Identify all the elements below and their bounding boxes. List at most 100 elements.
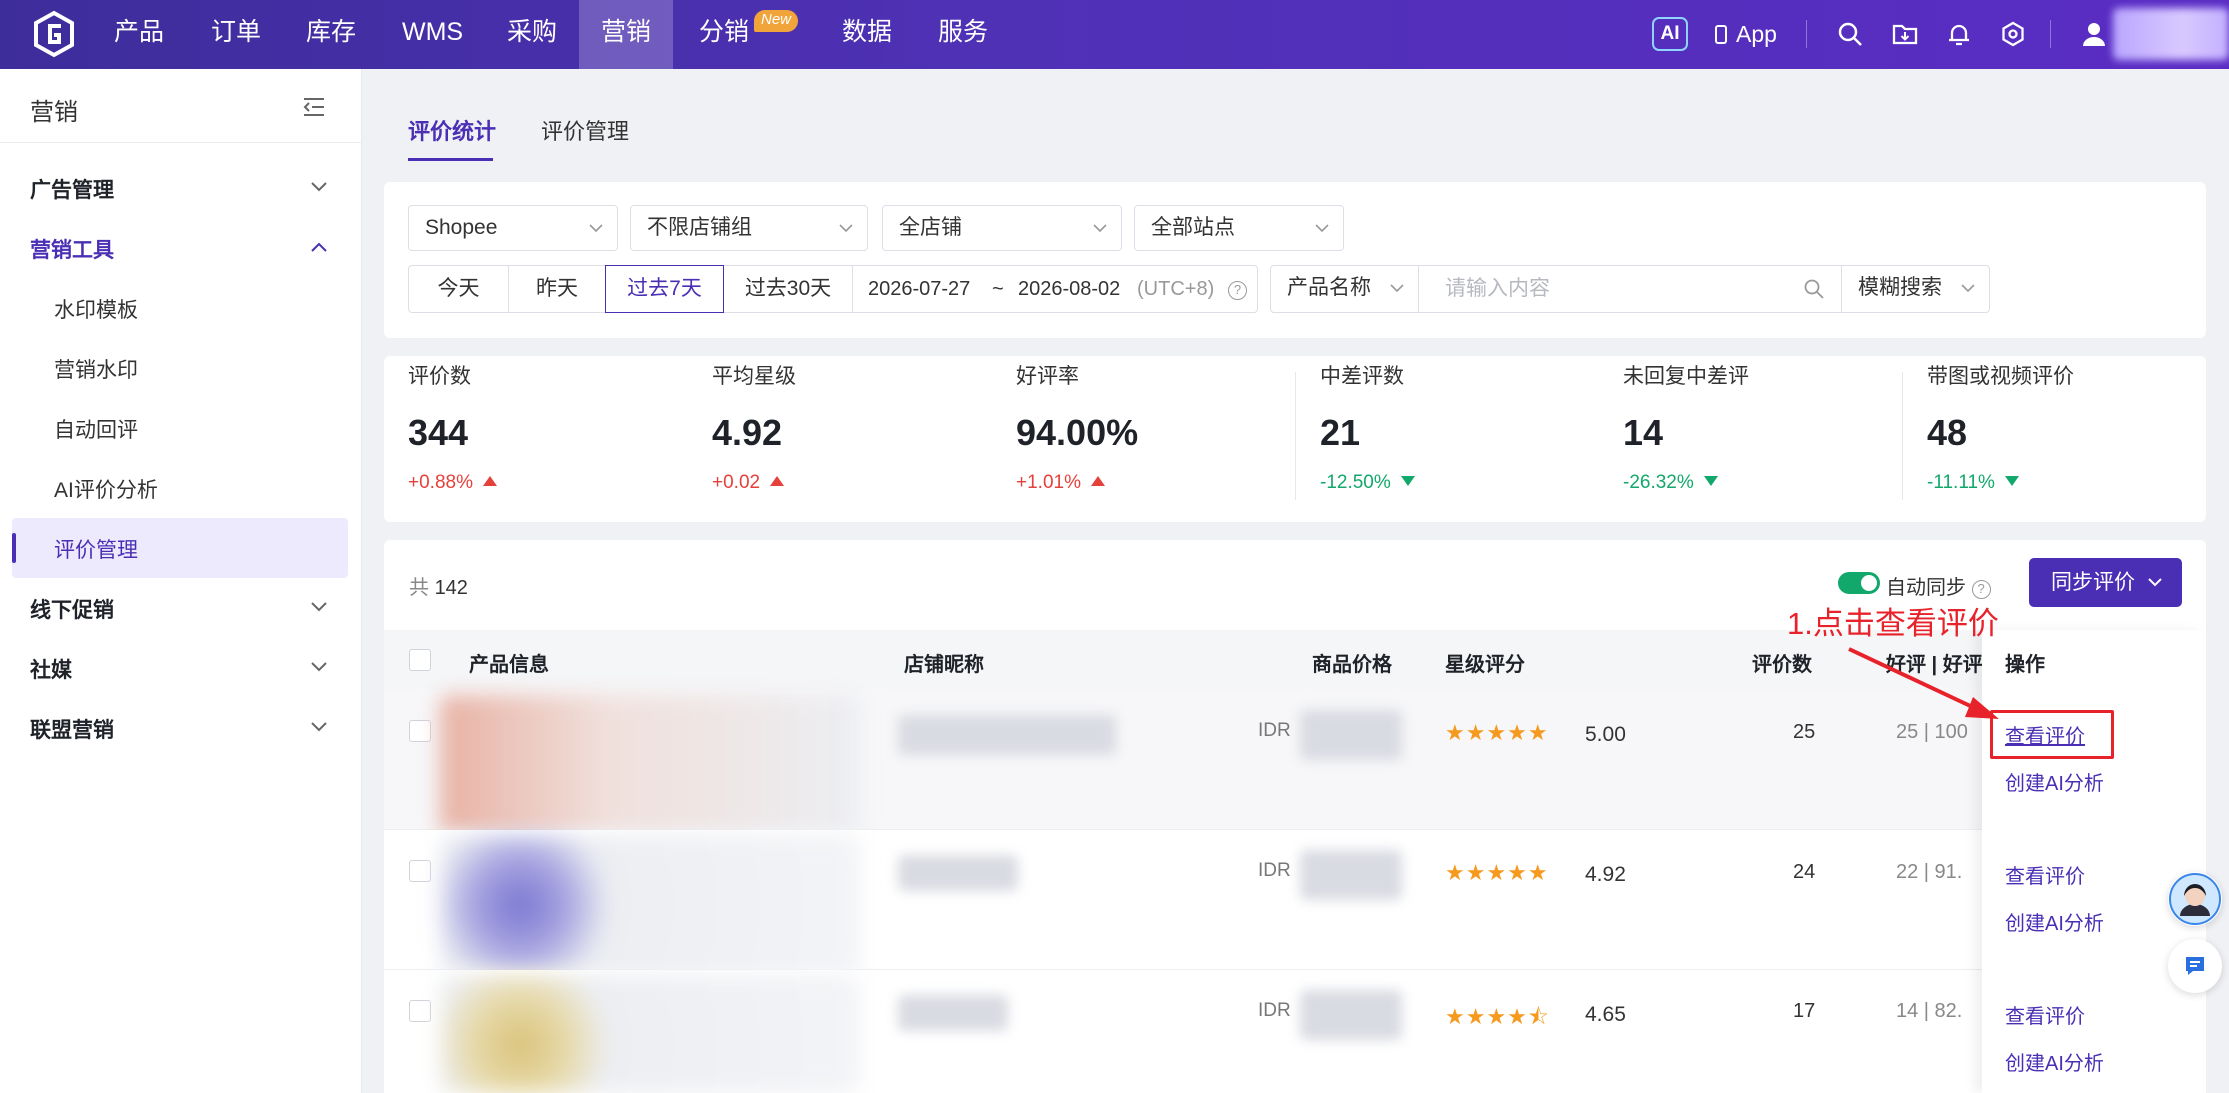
- column-header-shop[interactable]: 店铺昵称: [904, 648, 984, 677]
- chevron-down-icon[interactable]: [310, 601, 328, 613]
- rating-value: 5.00: [1585, 723, 1626, 746]
- search-field-select[interactable]: 产品名称: [1271, 266, 1419, 312]
- gear-icon[interactable]: [1999, 20, 2027, 48]
- row-checkbox[interactable]: [409, 860, 431, 882]
- nav-item-distribution[interactable]: 分销 New: [699, 0, 799, 69]
- create-ai-analysis-link[interactable]: 创建AI分析: [2005, 767, 2104, 796]
- product-info-redacted[interactable]: [440, 695, 860, 835]
- create-ai-analysis-link[interactable]: 创建AI分析: [2005, 1047, 2104, 1076]
- bell-icon[interactable]: [1945, 20, 1973, 48]
- sidebar-group-affiliate[interactable]: 联盟营销: [30, 714, 114, 744]
- app-download-link[interactable]: App: [1715, 17, 1777, 51]
- sidebar-item-review-management[interactable]: 评价管理: [54, 534, 138, 564]
- chevron-up-icon[interactable]: [310, 241, 328, 253]
- platform-select[interactable]: Shopee: [408, 205, 618, 251]
- shop-group-select-value: 不限店铺组: [647, 216, 752, 239]
- nav-item-service[interactable]: 服务: [938, 0, 988, 69]
- product-info-redacted[interactable]: [440, 835, 860, 975]
- site-select[interactable]: 全部站点: [1134, 205, 1344, 251]
- chevron-down-icon[interactable]: [310, 661, 328, 673]
- app-logo-icon[interactable]: [30, 10, 78, 58]
- active-indicator: [12, 533, 16, 563]
- stat-unreplied-negative: 未回复中差评 14 -26.32%: [1623, 360, 1923, 494]
- nav-item-inventory[interactable]: 库存: [306, 0, 356, 69]
- nav-item-orders[interactable]: 订单: [211, 0, 261, 69]
- ai-assistant-button[interactable]: AI: [1652, 17, 1688, 51]
- row-checkbox[interactable]: [409, 1000, 431, 1022]
- price-redacted: [1300, 990, 1402, 1040]
- stat-media-reviews: 带图或视频评价 48 -11.11%: [1927, 360, 2227, 494]
- sidebar-item-auto-reply[interactable]: 自动回评: [54, 414, 138, 444]
- review-count: 25: [1793, 721, 1816, 743]
- search-input[interactable]: [1421, 266, 1841, 312]
- search-field-select-value: 产品名称: [1287, 276, 1371, 299]
- period-yesterday[interactable]: 昨天: [508, 265, 606, 313]
- search-icon[interactable]: [1836, 20, 1864, 48]
- nav-item-wms[interactable]: WMS: [402, 0, 463, 69]
- user-icon[interactable]: [2080, 20, 2108, 48]
- chevron-down-icon[interactable]: [310, 181, 328, 193]
- chevron-down-icon[interactable]: [310, 721, 328, 733]
- star-rating: ★★★★★: [1445, 860, 1549, 885]
- stat-label: 带图或视频评价: [1927, 365, 2074, 388]
- nav-item-products[interactable]: 产品: [114, 0, 164, 69]
- nav-item-purchase[interactable]: 采购: [507, 0, 557, 69]
- review-count: 17: [1793, 1000, 1816, 1022]
- shop-name-redacted: [898, 715, 1116, 755]
- divider: [0, 142, 362, 143]
- column-header-stars[interactable]: 星级评分: [1445, 648, 1525, 677]
- select-all-checkbox[interactable]: [409, 649, 431, 671]
- period-today[interactable]: 今天: [408, 265, 509, 313]
- annotation-arrow-icon: [1848, 647, 1999, 719]
- trend-down-icon: [1703, 476, 1718, 486]
- sidebar-item-watermark-template[interactable]: 水印模板: [54, 294, 138, 324]
- period-30days[interactable]: 过去30天: [723, 265, 853, 313]
- stat-delta: +0.88%: [408, 472, 708, 494]
- chevron-down-icon: [839, 224, 853, 233]
- stat-value: 4.92: [712, 412, 783, 453]
- new-badge: New: [754, 10, 799, 32]
- column-header-review-count[interactable]: 评价数: [1752, 648, 1812, 677]
- help-icon[interactable]: ?: [1228, 266, 1247, 312]
- support-avatar-button[interactable]: [2168, 872, 2222, 926]
- nav-item-marketing[interactable]: 营销: [579, 0, 673, 69]
- sidebar-group-tools[interactable]: 营销工具: [30, 234, 114, 264]
- column-header-product[interactable]: 产品信息: [469, 648, 549, 677]
- tab-review-management[interactable]: 评价管理: [541, 114, 629, 146]
- collapse-menu-icon[interactable]: [302, 96, 326, 118]
- user-name-redacted[interactable]: [2113, 8, 2229, 60]
- product-info-redacted[interactable]: [440, 975, 860, 1093]
- column-header-price[interactable]: 商品价格: [1312, 648, 1392, 677]
- sidebar-group-social[interactable]: 社媒: [30, 654, 72, 684]
- search-icon[interactable]: [1803, 278, 1825, 300]
- sidebar-group-offline[interactable]: 线下促销: [30, 594, 114, 624]
- folder-download-icon[interactable]: [1891, 20, 1919, 48]
- tab-review-stats[interactable]: 评价统计: [408, 114, 496, 146]
- view-reviews-link[interactable]: 查看评价: [2005, 1000, 2085, 1029]
- chat-button[interactable]: [2168, 939, 2222, 993]
- sidebar-group-ads[interactable]: 广告管理: [30, 174, 114, 204]
- stat-label: 评价数: [408, 365, 471, 388]
- nav-item-data[interactable]: 数据: [842, 0, 892, 69]
- positive-count: 14 | 82.: [1896, 1000, 1963, 1022]
- sync-reviews-button[interactable]: 同步评价: [2029, 558, 2182, 607]
- date-range-picker[interactable]: 2026-07-27 ~ 2026-08-02 (UTC+8) ?: [852, 265, 1258, 313]
- create-ai-analysis-link[interactable]: 创建AI分析: [2005, 907, 2104, 936]
- chevron-down-icon: [1390, 284, 1404, 293]
- sidebar-item-marketing-watermark[interactable]: 营销水印: [54, 354, 138, 384]
- auto-sync-toggle[interactable]: [1838, 572, 1880, 594]
- help-icon[interactable]: ?: [1971, 580, 1991, 599]
- view-reviews-link[interactable]: 查看评价: [2005, 860, 2085, 889]
- total-count: 共 142: [409, 577, 468, 599]
- sidebar-item-ai-review-analysis[interactable]: AI评价分析: [54, 474, 158, 504]
- rating-value: 4.65: [1585, 1003, 1626, 1026]
- shop-group-select[interactable]: 不限店铺组: [630, 205, 868, 251]
- tab-active-underline: [408, 158, 493, 161]
- divider: [1902, 372, 1903, 500]
- trend-up-icon: [770, 476, 785, 486]
- chevron-down-icon: [589, 224, 603, 233]
- period-7days[interactable]: 过去7天: [605, 265, 724, 313]
- shop-select[interactable]: 全店铺: [882, 205, 1122, 251]
- row-checkbox[interactable]: [409, 720, 431, 742]
- search-mode-select[interactable]: 模糊搜索: [1841, 266, 1989, 312]
